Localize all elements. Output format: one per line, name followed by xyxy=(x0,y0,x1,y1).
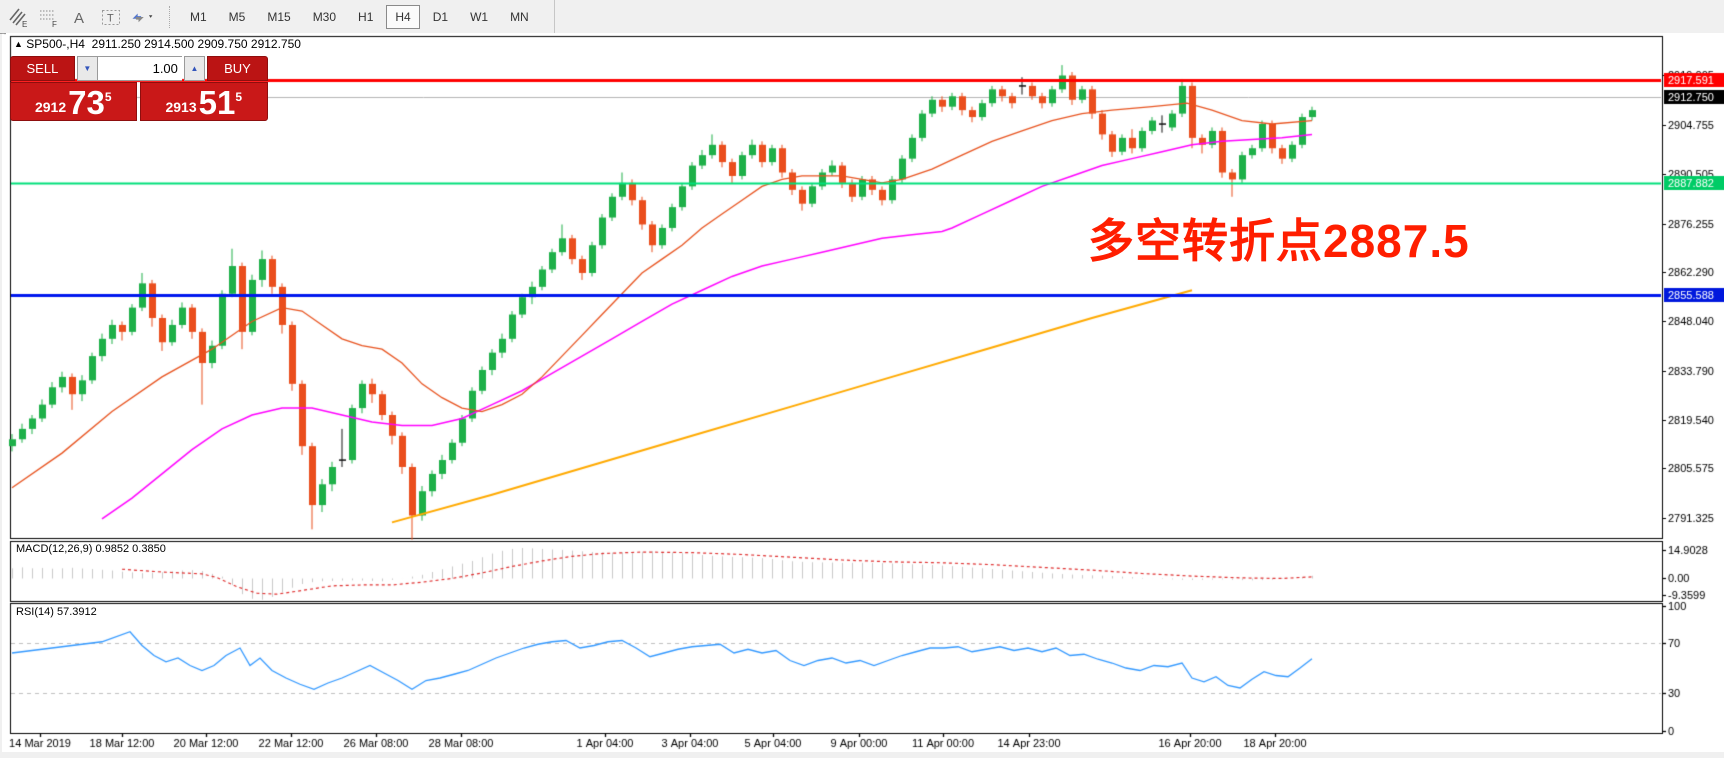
lot-size-input[interactable] xyxy=(98,56,182,81)
window-bottom-frame xyxy=(0,752,1724,758)
sell-price-display[interactable]: 2912 73 5 xyxy=(10,82,137,121)
macd-indicator-label: MACD(12,26,9) 0.9852 0.3850 xyxy=(16,543,166,555)
buy-button[interactable]: BUY xyxy=(207,56,268,81)
ohlc-values: 2911.250 2914.500 2909.750 2912.750 xyxy=(92,37,301,51)
chevron-up-icon: ▲ xyxy=(190,64,198,73)
buy-price-display[interactable]: 2913 51 5 xyxy=(140,82,269,121)
buy-price-main: 2913 xyxy=(165,99,196,115)
sell-price-fraction: 5 xyxy=(105,90,112,104)
lot-decrease-button[interactable]: ▼ xyxy=(77,56,98,81)
sell-price-pips: 73 xyxy=(68,88,105,118)
one-click-trading-panel: SELL ▼ ▲ BUY 2912 73 5 2913 51 5 xyxy=(10,56,268,121)
lot-increase-button[interactable]: ▲ xyxy=(184,56,205,81)
terminal-screen: E F A T xyxy=(0,0,1724,758)
sell-price-main: 2912 xyxy=(35,99,66,115)
symbol-ohlc-header: ▲ SP500-,H4 2911.250 2914.500 2909.750 2… xyxy=(14,37,301,51)
chart-annotation-text: 多空转折点2887.5 xyxy=(1088,205,1470,271)
buy-price-pips: 51 xyxy=(199,88,236,118)
symbol-direction-icon: ▲ xyxy=(14,39,23,49)
buy-price-fraction: 5 xyxy=(235,90,242,104)
rsi-indicator-label: RSI(14) 57.3912 xyxy=(16,606,97,618)
chevron-down-icon: ▼ xyxy=(83,64,91,73)
symbol-name: SP500-,H4 xyxy=(26,37,85,51)
sell-button[interactable]: SELL xyxy=(10,56,75,81)
chart-window: ▲ SP500-,H4 2911.250 2914.500 2909.750 2… xyxy=(4,33,1724,758)
